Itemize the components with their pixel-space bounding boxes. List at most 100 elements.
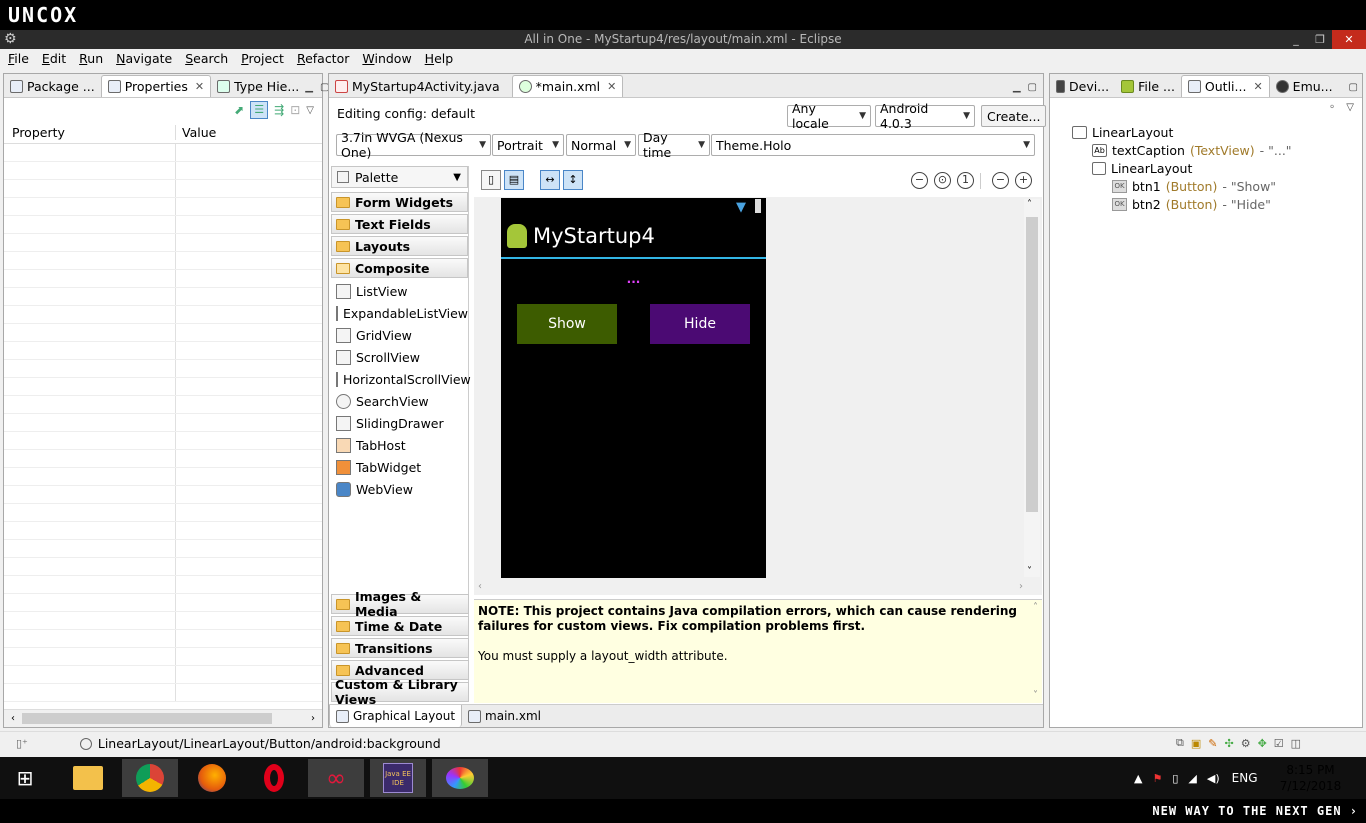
property-row[interactable] — [4, 666, 322, 684]
palette-item-tabhost[interactable]: TabHost — [331, 434, 468, 456]
tab-main-xml-source[interactable]: main.xml — [462, 705, 547, 727]
palette-item-webview[interactable]: WebView — [331, 478, 468, 500]
property-row[interactable] — [4, 504, 322, 522]
trim-icon-6[interactable]: ✥ — [1258, 737, 1267, 750]
filter-icon[interactable]: ⇶ — [274, 103, 284, 117]
property-row[interactable] — [4, 324, 322, 342]
category-layouts[interactable]: Layouts — [331, 236, 468, 256]
property-row[interactable] — [4, 216, 322, 234]
trim-icon-2[interactable]: ▣ — [1191, 737, 1201, 750]
zoom-100-icon[interactable]: 1 — [957, 172, 974, 189]
property-row[interactable] — [4, 432, 322, 450]
layout-canvas[interactable]: ▼ MyStartup4 ... Show Hide ˄ ˅ ‹ › — [474, 197, 1042, 595]
trim-icon-5[interactable]: ⚙ — [1241, 737, 1251, 750]
property-row[interactable] — [4, 198, 322, 216]
palette-item-tabwidget[interactable]: TabWidget — [331, 456, 468, 478]
zoom-fit-icon[interactable]: − — [911, 172, 928, 189]
android-version-select[interactable]: Android 4.0.3 ▼ — [875, 101, 975, 131]
view-menu-icon[interactable]: ▽ — [1346, 102, 1354, 113]
view-menu-icon[interactable]: ▽ — [306, 105, 314, 116]
property-row[interactable] — [4, 648, 322, 666]
scroll-left-icon[interactable]: ‹ — [478, 581, 482, 592]
java-ee-icon[interactable]: Java EE IDE — [370, 759, 426, 797]
property-row[interactable] — [4, 576, 322, 594]
windows-start-icon[interactable]: ⊞ — [0, 766, 50, 790]
zoom-in-icon[interactable]: + — [1015, 172, 1032, 189]
property-row[interactable] — [4, 540, 322, 558]
vertical-layout-icon[interactable]: ▯ — [481, 170, 501, 190]
chrome-icon[interactable] — [122, 759, 178, 797]
menu-help[interactable]: Help — [417, 49, 459, 66]
palette-item-expandablelistview[interactable]: ExpandableListView — [331, 302, 468, 324]
maximize-view-icon[interactable]: ▢ — [1349, 82, 1358, 93]
tab-type-hierarchy[interactable]: Type Hie... — [211, 75, 305, 97]
fast-view-icon[interactable]: ▯⁺ — [16, 737, 28, 750]
category-transitions[interactable]: Transitions — [331, 638, 469, 658]
scroll-down-icon[interactable]: ˅ — [1027, 566, 1032, 577]
tab-main-xml[interactable]: *main.xml ✕ — [511, 75, 624, 97]
locale-select[interactable]: Any locale ▼ — [787, 101, 871, 131]
palette-item-scrollview[interactable]: ScrollView — [331, 346, 468, 368]
property-row[interactable] — [4, 396, 322, 414]
property-row[interactable] — [4, 144, 322, 162]
menu-edit[interactable]: Edit — [34, 49, 71, 66]
maximize-view-icon[interactable]: ▢ — [1028, 82, 1037, 93]
scroll-left-icon[interactable]: ‹ — [4, 713, 22, 724]
horizontal-layout-icon[interactable]: ▤ — [504, 170, 524, 190]
category-images-media[interactable]: Images & Media — [331, 589, 469, 619]
menu-project[interactable]: Project — [233, 49, 289, 66]
close-button[interactable]: ✕ — [1332, 30, 1366, 49]
outline-action-icon[interactable]: ⚬ — [1328, 102, 1336, 113]
property-row[interactable] — [4, 630, 322, 648]
minimize-button[interactable]: _ — [1284, 30, 1308, 49]
menu-file[interactable]: File — [0, 49, 34, 66]
outline-item-btn2[interactable]: OK btn2 (Button) - "Hide" — [1112, 195, 1271, 213]
paint-icon[interactable] — [432, 759, 488, 797]
palette-header[interactable]: Palette ▼ — [331, 166, 468, 188]
tab-file-explorer[interactable]: File ... — [1115, 75, 1181, 97]
category-composite[interactable]: Composite — [331, 258, 468, 278]
menu-navigate[interactable]: Navigate — [108, 49, 177, 66]
clock[interactable]: 8:15 PM 7/12/2018 — [1276, 762, 1346, 794]
time-select[interactable]: Day time ▼ — [638, 130, 710, 160]
scroll-right-icon[interactable]: › — [304, 713, 322, 724]
property-row[interactable] — [4, 306, 322, 324]
property-row[interactable] — [4, 180, 322, 198]
outline-item-btn1[interactable]: OK btn1 (Button) - "Show" — [1112, 177, 1276, 195]
chevron-down-icon[interactable]: ▼ — [453, 172, 461, 183]
close-tab-icon[interactable]: ✕ — [195, 80, 204, 93]
file-explorer-icon[interactable] — [60, 759, 116, 797]
tab-devices[interactable]: Devi... — [1050, 75, 1115, 97]
property-row[interactable] — [4, 468, 322, 486]
tab-outline[interactable]: Outli... ✕ — [1180, 75, 1270, 97]
zoom-out-icon[interactable]: − — [992, 172, 1009, 189]
property-row[interactable] — [4, 684, 322, 702]
category-time-date[interactable]: Time & Date — [331, 616, 469, 636]
palette-item-horizontalscrollview[interactable]: HorizontalScrollView — [331, 368, 471, 390]
tab-emulator[interactable]: Emu... — [1270, 75, 1339, 97]
trim-icon-3[interactable]: ✎ — [1208, 737, 1217, 750]
trim-icon-4[interactable]: ✣ — [1224, 737, 1233, 750]
restore-button[interactable]: ❐ — [1308, 30, 1332, 49]
fill-width-icon[interactable]: ↔ — [540, 170, 560, 190]
property-row[interactable] — [4, 234, 322, 252]
show-hidden-icons[interactable]: ▲ — [1134, 772, 1142, 785]
mode-select[interactable]: Normal ▼ — [566, 134, 636, 156]
firefox-icon[interactable] — [184, 759, 240, 797]
property-row[interactable] — [4, 342, 322, 360]
text-caption[interactable]: ... — [501, 272, 766, 286]
outline-item-linearlayout[interactable]: LinearLayout — [1072, 123, 1173, 141]
property-row[interactable] — [4, 450, 322, 468]
theme-select[interactable]: Theme.Holo ▼ — [711, 134, 1035, 156]
infinity-app-icon[interactable]: ∞ — [308, 759, 364, 797]
scroll-right-icon[interactable]: › — [1019, 581, 1023, 592]
property-row[interactable] — [4, 522, 322, 540]
property-row[interactable] — [4, 486, 322, 504]
create-config-button[interactable]: Create... — [981, 105, 1047, 127]
canvas-horizontal-scrollbar[interactable]: ‹ › — [478, 579, 1023, 593]
value-column-header[interactable]: Value — [176, 125, 216, 140]
categories-icon[interactable]: ☰ — [250, 101, 269, 119]
tab-properties[interactable]: Properties ✕ — [100, 75, 212, 97]
trim-icon-8[interactable]: ◫ — [1291, 737, 1301, 750]
palette-item-listview[interactable]: ListView — [331, 280, 468, 302]
